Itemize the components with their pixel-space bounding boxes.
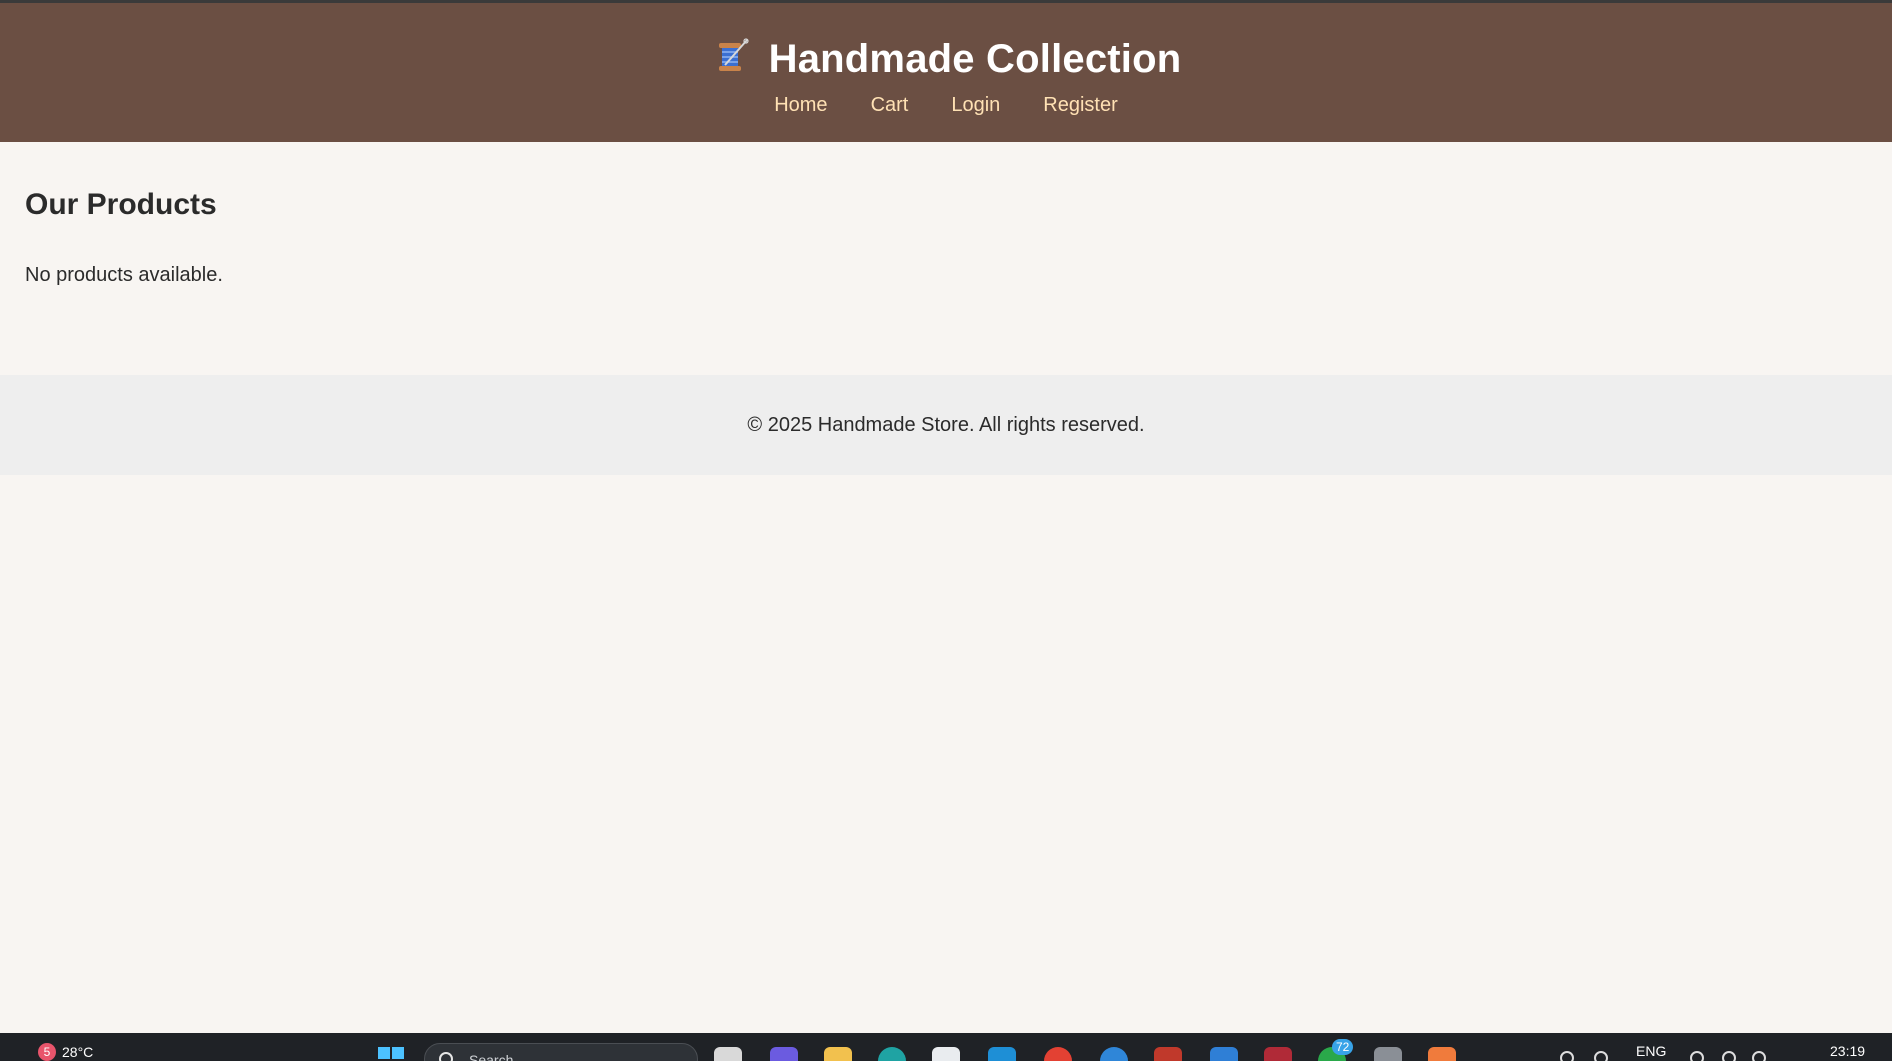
main-nav: Home Cart Login Register <box>774 94 1118 117</box>
chevron-up-icon[interactable] <box>1560 1051 1574 1061</box>
windows-taskbar: 5 28°C Search 72 ENG 23:19 <box>0 1033 1892 1061</box>
copilot-icon[interactable] <box>770 1047 798 1061</box>
search-placeholder: Search <box>469 1052 514 1061</box>
volume-icon[interactable] <box>1722 1051 1736 1061</box>
site-header: Handmade Collection Home Cart Login Regi… <box>0 3 1892 142</box>
footer-copyright: © 2025 Handmade Store. All rights reserv… <box>747 413 1145 436</box>
sewing-spool-icon <box>711 37 751 82</box>
browser-icon[interactable] <box>1100 1047 1128 1061</box>
chrome-icon[interactable] <box>1044 1047 1072 1061</box>
empty-products-message: No products available. <box>25 264 223 286</box>
nav-link-home[interactable]: Home <box>774 94 827 117</box>
task-view-icon[interactable] <box>714 1047 742 1061</box>
language-indicator[interactable]: ENG <box>1636 1043 1666 1059</box>
vscode-icon[interactable] <box>1210 1047 1238 1061</box>
mail-icon[interactable] <box>1154 1047 1182 1061</box>
battery-icon[interactable] <box>1752 1051 1766 1061</box>
taskbar-search[interactable]: Search <box>424 1043 698 1061</box>
terminal-icon[interactable] <box>1374 1047 1402 1061</box>
temperature: 28°C <box>62 1044 94 1060</box>
nav-link-cart[interactable]: Cart <box>871 94 909 117</box>
edge-icon[interactable] <box>878 1047 906 1061</box>
page-title: Our Products <box>25 188 217 221</box>
notification-badge: 72 <box>1332 1039 1354 1055</box>
clock[interactable]: 23:19 <box>1830 1043 1865 1059</box>
nav-link-login[interactable]: Login <box>951 94 1000 117</box>
wifi-icon[interactable] <box>1690 1051 1704 1061</box>
main-content: Our Products No products available. <box>25 188 1867 287</box>
search-icon <box>439 1052 453 1061</box>
start-button[interactable] <box>378 1047 404 1061</box>
store-icon[interactable] <box>932 1047 960 1061</box>
mail-icon-2[interactable] <box>1264 1047 1292 1061</box>
app-icon[interactable] <box>988 1047 1016 1061</box>
file-explorer-icon[interactable] <box>824 1047 852 1061</box>
brand[interactable]: Handmade Collection <box>711 36 1182 82</box>
site-footer: © 2025 Handmade Store. All rights reserv… <box>0 375 1892 475</box>
site-title: Handmade Collection <box>768 36 1182 81</box>
weather-widget[interactable]: 5 28°C <box>38 1043 93 1061</box>
weather-badge: 5 <box>38 1043 56 1061</box>
cloud-icon[interactable] <box>1594 1051 1608 1061</box>
app-icon-2[interactable] <box>1428 1047 1456 1061</box>
nav-link-register[interactable]: Register <box>1043 94 1117 117</box>
